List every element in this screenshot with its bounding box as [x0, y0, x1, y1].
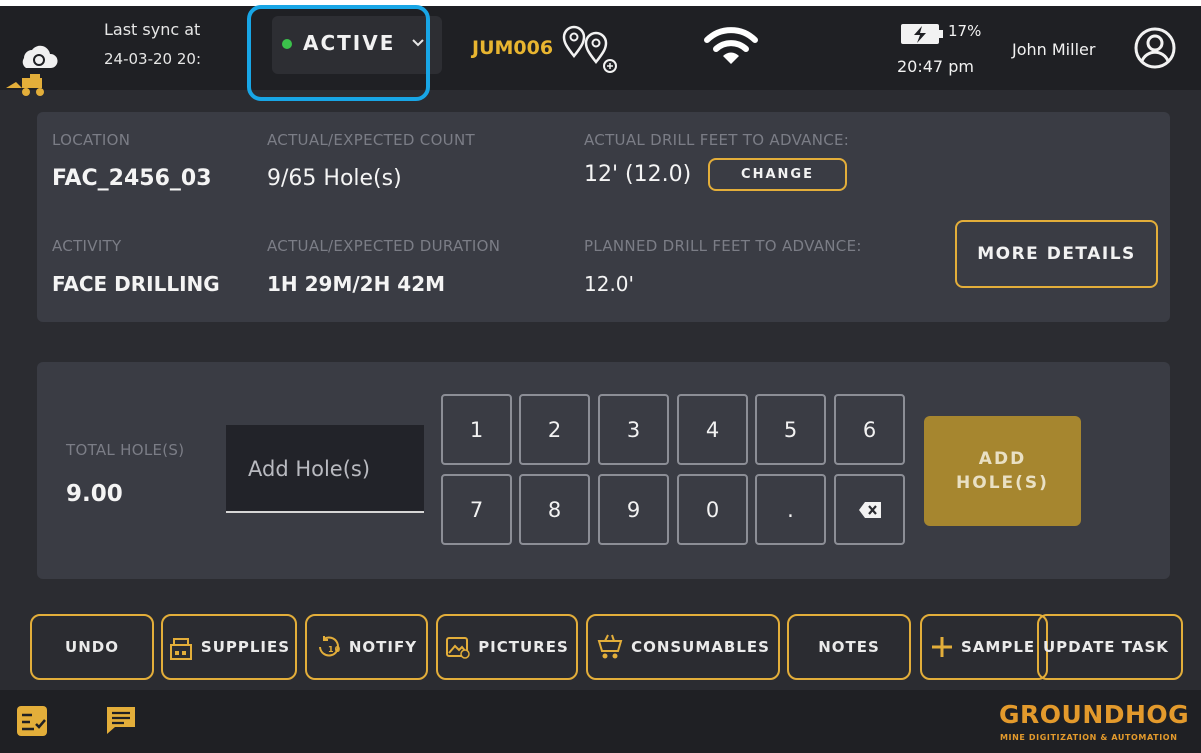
- keypad-key-3[interactable]: 3: [598, 394, 669, 465]
- keypad-key-1[interactable]: 1: [441, 394, 512, 465]
- groundhog-tagline: MINE DIGITIZATION & AUTOMATION: [1000, 733, 1178, 742]
- consumables-button[interactable]: CONSUMABLES: [586, 614, 780, 680]
- supplies-icon: [169, 638, 192, 660]
- keypad-key-7[interactable]: 7: [441, 474, 512, 545]
- battery-percentage: 17%: [948, 22, 982, 40]
- status-highlight-outline: [247, 5, 430, 101]
- supplies-button[interactable]: SUPPLIES: [161, 614, 297, 680]
- change-button[interactable]: CHANGE: [708, 158, 847, 191]
- notes-button[interactable]: NOTES: [787, 614, 911, 680]
- keypad-key-0[interactable]: 0: [677, 474, 748, 545]
- keypad-backspace[interactable]: [834, 474, 905, 545]
- duration-label: ACTUAL/EXPECTED DURATION: [267, 237, 501, 255]
- keypad-key-4[interactable]: 4: [677, 394, 748, 465]
- keypad-key-8[interactable]: 8: [519, 474, 590, 545]
- keypad-key-decimal[interactable]: .: [755, 474, 826, 545]
- loader-machine-icon: [6, 74, 44, 96]
- notify-button[interactable]: 10 NOTIFY: [305, 614, 428, 680]
- more-details-button[interactable]: MORE DETAILS: [955, 220, 1158, 288]
- notify-icon: 10: [318, 636, 341, 657]
- undo-button[interactable]: UNDO: [30, 614, 154, 680]
- location-pins-icon[interactable]: [560, 22, 618, 74]
- sample-label: SAMPLE: [961, 638, 1036, 656]
- pictures-icon: [446, 637, 470, 659]
- update-task-button[interactable]: UPDATE TASK: [1037, 614, 1183, 680]
- total-holes-value: 9.00: [66, 481, 123, 507]
- activity-value: FACE DRILLING: [52, 272, 220, 296]
- user-avatar-icon[interactable]: [1133, 26, 1177, 70]
- add-holes-button-line1: ADD: [978, 449, 1027, 469]
- pictures-button[interactable]: PICTURES: [436, 614, 578, 680]
- wifi-icon: [704, 27, 758, 64]
- add-holes-placeholder: Add Hole(s): [248, 457, 371, 481]
- current-time: 20:47 pm: [897, 57, 974, 76]
- last-sync-label: Last sync at: [104, 20, 201, 39]
- consumables-icon: [597, 634, 623, 659]
- planned-feet-value: 12.0': [584, 272, 635, 296]
- keypad-key-6[interactable]: 6: [834, 394, 905, 465]
- svg-text:10: 10: [328, 645, 341, 654]
- user-name[interactable]: John Miller: [1012, 40, 1095, 59]
- backspace-icon: [858, 501, 881, 518]
- machine-id: JUM006: [472, 37, 554, 59]
- supplies-label: SUPPLIES: [200, 638, 291, 656]
- count-value: 9/65 Hole(s): [267, 166, 402, 191]
- total-holes-label: TOTAL HOLE(S): [66, 441, 185, 459]
- update-task-label: UPDATE TASK: [1043, 638, 1169, 656]
- activity-label: ACTIVITY: [52, 237, 122, 255]
- location-label: LOCATION: [52, 131, 131, 149]
- plus-icon: [932, 637, 952, 657]
- groundhog-logo: GROUNDHOG: [999, 700, 1190, 729]
- pictures-label: PICTURES: [478, 638, 569, 656]
- top-edge: [0, 0, 1201, 6]
- drill-feet-label: ACTUAL DRILL FEET TO ADVANCE:: [584, 131, 850, 149]
- notes-label: NOTES: [818, 638, 880, 656]
- duration-value: 1H 29M/2H 42M: [267, 272, 446, 296]
- add-holes-button[interactable]: ADD HOLE(S): [924, 416, 1081, 526]
- battery-charging-icon: [901, 24, 943, 44]
- planned-feet-label: PLANNED DRILL FEET TO ADVANCE:: [584, 237, 862, 255]
- keypad-key-9[interactable]: 9: [598, 474, 669, 545]
- undo-label: UNDO: [65, 638, 119, 656]
- notify-label: NOTIFY: [348, 638, 418, 656]
- last-sync-time: 24-03-20 20:: [104, 50, 201, 68]
- drill-feet-value: 12' (12.0): [584, 162, 692, 187]
- chat-icon[interactable]: [104, 705, 138, 737]
- keypad-key-5[interactable]: 5: [755, 394, 826, 465]
- keypad-key-2[interactable]: 2: [519, 394, 590, 465]
- consumables-label: CONSUMABLES: [631, 638, 770, 656]
- tasks-icon[interactable]: [16, 705, 48, 737]
- sample-button[interactable]: SAMPLE: [920, 614, 1048, 680]
- count-label: ACTUAL/EXPECTED COUNT: [267, 131, 475, 149]
- add-holes-button-line2: HOLE(S): [956, 473, 1049, 493]
- location-value: FAC_2456_03: [52, 166, 212, 191]
